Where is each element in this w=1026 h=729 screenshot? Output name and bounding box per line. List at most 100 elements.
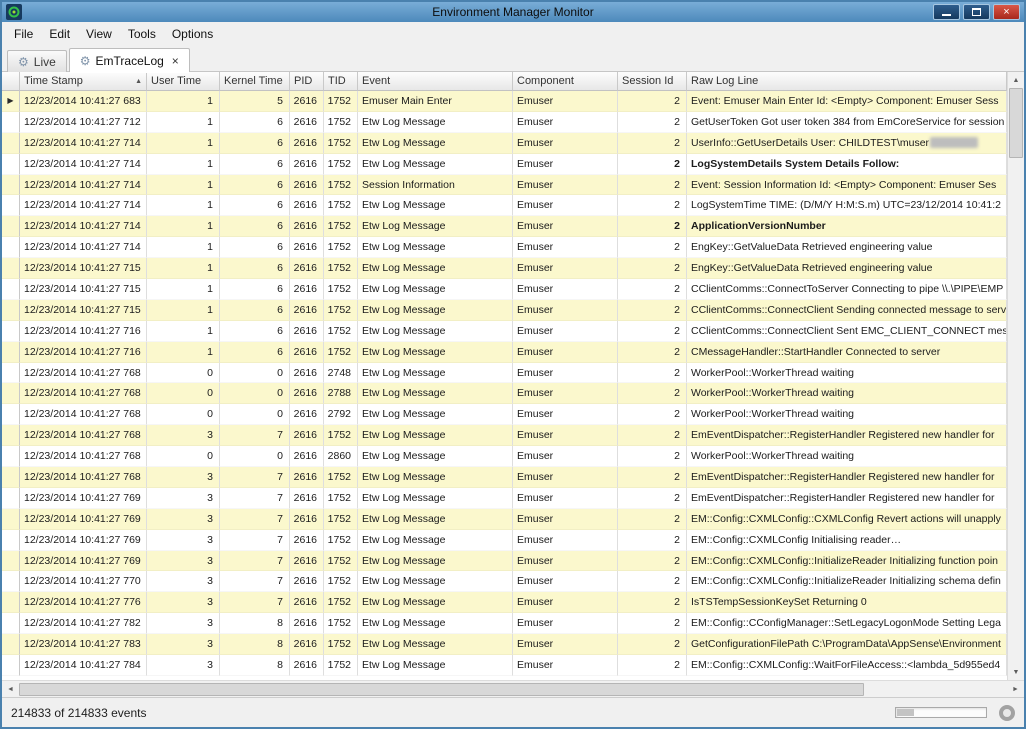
column-header-session-id[interactable]: Session Id — [618, 72, 687, 91]
column-header-label: Component — [517, 75, 574, 87]
scroll-up-icon[interactable]: ▲ — [1008, 72, 1024, 88]
cell-component: Emuser — [513, 237, 618, 258]
table-row[interactable]: 12/23/2014 10:41:27 7693726161752Etw Log… — [2, 488, 1007, 509]
column-header-pid[interactable]: PID — [290, 72, 324, 91]
row-selector — [2, 383, 20, 404]
cell-raw-log-line: ApplicationVersionNumber — [687, 216, 1007, 237]
table-row[interactable]: 12/23/2014 10:41:27 7680026162748Etw Log… — [2, 363, 1007, 384]
column-header-label: Event — [362, 75, 390, 87]
vertical-scroll-thumb[interactable] — [1009, 88, 1023, 158]
table-row[interactable]: 12/23/2014 10:41:27 7693726161752Etw Log… — [2, 551, 1007, 572]
menu-item-options[interactable]: Options — [164, 24, 221, 44]
table-row[interactable]: 12/23/2014 10:41:27 7823826161752Etw Log… — [2, 613, 1007, 634]
table-row[interactable]: 12/23/2014 10:41:27 7151626161752Etw Log… — [2, 279, 1007, 300]
column-header-time-stamp[interactable]: Time Stamp▲ — [20, 72, 147, 91]
cell-tid: 1752 — [324, 321, 358, 342]
table-row[interactable]: 12/23/2014 10:41:27 7151626161752Etw Log… — [2, 300, 1007, 321]
cell-tid: 1752 — [324, 655, 358, 676]
vertical-scroll-track[interactable] — [1008, 158, 1024, 664]
menu-item-tools[interactable]: Tools — [120, 24, 164, 44]
table-row[interactable]: 12/23/2014 10:41:27 7141626161752Etw Log… — [2, 195, 1007, 216]
cell-event: Etw Log Message — [358, 321, 513, 342]
cell-component: Emuser — [513, 571, 618, 592]
cell-raw-log-line: EmEventDispatcher::RegisterHandler Regis… — [687, 467, 1007, 488]
cell-tid: 1752 — [324, 425, 358, 446]
table-row[interactable]: 12/23/2014 10:41:27 7763726161752Etw Log… — [2, 592, 1007, 613]
table-row[interactable]: 12/23/2014 10:41:27 7693726161752Etw Log… — [2, 509, 1007, 530]
maximize-button[interactable] — [963, 4, 990, 20]
row-selector — [2, 237, 20, 258]
cell-timestamp: 12/23/2014 10:41:27 714 — [20, 237, 147, 258]
table-row[interactable]: 12/23/2014 10:41:27 7151626161752Etw Log… — [2, 258, 1007, 279]
tab-live[interactable]: ⚙Live — [7, 50, 67, 72]
table-row[interactable]: 12/23/2014 10:41:27 7680026162792Etw Log… — [2, 404, 1007, 425]
cell-pid: 2616 — [290, 154, 324, 175]
column-header-raw-log-line[interactable]: Raw Log Line — [687, 72, 1007, 91]
cell-tid: 1752 — [324, 133, 358, 154]
row-selector — [2, 530, 20, 551]
table-row[interactable]: 12/23/2014 10:41:27 7141626161752Etw Log… — [2, 154, 1007, 175]
column-header-user-time[interactable]: User Time — [147, 72, 220, 91]
column-header-kernel-time[interactable]: Kernel Time — [220, 72, 290, 91]
cell-event: Session Information — [358, 175, 513, 196]
cell-component: Emuser — [513, 551, 618, 572]
scroll-right-icon[interactable]: ► — [1007, 681, 1024, 697]
table-row[interactable]: 12/23/2014 10:41:27 7680026162860Etw Log… — [2, 446, 1007, 467]
cell-event: Etw Log Message — [358, 216, 513, 237]
close-icon: × — [1003, 7, 1009, 18]
scroll-down-icon[interactable]: ▼ — [1008, 664, 1024, 680]
column-header-event[interactable]: Event — [358, 72, 513, 91]
table-row[interactable]: 12/23/2014 10:41:27 7833826161752Etw Log… — [2, 634, 1007, 655]
table-row[interactable]: 12/23/2014 10:41:27 7683726161752Etw Log… — [2, 467, 1007, 488]
status-circle-button[interactable] — [999, 705, 1015, 721]
window-controls: × — [933, 4, 1020, 20]
cell-timestamp: 12/23/2014 10:41:27 715 — [20, 300, 147, 321]
table-row[interactable]: 12/23/2014 10:41:27 7161626161752Etw Log… — [2, 321, 1007, 342]
maximize-icon — [972, 8, 981, 16]
table-row[interactable]: 12/23/2014 10:41:27 7141626161752Etw Log… — [2, 216, 1007, 237]
column-header-tid[interactable]: TID — [324, 72, 358, 91]
table-row[interactable]: 12/23/2014 10:41:27 7843826161752Etw Log… — [2, 655, 1007, 676]
cell-user-time: 1 — [147, 237, 220, 258]
table-row[interactable]: 12/23/2014 10:41:27 7141626161752Etw Log… — [2, 133, 1007, 154]
cell-event: Etw Log Message — [358, 279, 513, 300]
cell-timestamp: 12/23/2014 10:41:27 784 — [20, 655, 147, 676]
table-row[interactable]: 12/23/2014 10:41:27 7683726161752Etw Log… — [2, 425, 1007, 446]
cell-pid: 2616 — [290, 237, 324, 258]
menu-item-edit[interactable]: Edit — [41, 24, 78, 44]
horizontal-scrollbar[interactable]: ◄ ► — [2, 680, 1024, 697]
cell-timestamp: 12/23/2014 10:41:27 768 — [20, 425, 147, 446]
table-row[interactable]: 12/23/2014 10:41:27 7141626161752Etw Log… — [2, 237, 1007, 258]
cell-raw-log-line: EM::Config::CXMLConfig::WaitForFileAcces… — [687, 655, 1007, 676]
close-button[interactable]: × — [993, 4, 1020, 20]
row-selector — [2, 300, 20, 321]
table-row[interactable]: 12/23/2014 10:41:27 7161626161752Etw Log… — [2, 342, 1007, 363]
cell-session-id: 2 — [618, 613, 687, 634]
table-row[interactable]: 12/23/2014 10:41:27 7703726161752Etw Log… — [2, 571, 1007, 592]
cell-session-id: 2 — [618, 530, 687, 551]
menu-item-file[interactable]: File — [6, 24, 41, 44]
cell-raw-log-line: GetUserToken Got user token 384 from EmC… — [687, 112, 1007, 133]
table-row[interactable]: 12/23/2014 10:41:27 7141626161752Session… — [2, 175, 1007, 196]
cell-raw-log-line: Event: Emuser Main Enter Id: <Empty> Com… — [687, 91, 1007, 112]
table-row[interactable]: ▶12/23/2014 10:41:27 6831526161752Emuser… — [2, 91, 1007, 112]
cell-timestamp: 12/23/2014 10:41:27 783 — [20, 634, 147, 655]
minimize-button[interactable] — [933, 4, 960, 20]
close-tab-icon[interactable]: × — [172, 55, 179, 67]
cell-raw-log-line: EM::Config::CXMLConfig Initialising read… — [687, 530, 1007, 551]
menu-item-view[interactable]: View — [78, 24, 120, 44]
cell-pid: 2616 — [290, 655, 324, 676]
tab-emtracelog[interactable]: ⚙EmTraceLog× — [69, 48, 190, 72]
scroll-left-icon[interactable]: ◄ — [2, 681, 19, 697]
table-row[interactable]: 12/23/2014 10:41:27 7680026162788Etw Log… — [2, 383, 1007, 404]
table-row[interactable]: 12/23/2014 10:41:27 7693726161752Etw Log… — [2, 530, 1007, 551]
column-header-component[interactable]: Component — [513, 72, 618, 91]
vertical-scrollbar[interactable]: ▲ ▼ — [1007, 72, 1024, 680]
cell-pid: 2616 — [290, 488, 324, 509]
cell-tid: 1752 — [324, 530, 358, 551]
horizontal-scroll-thumb[interactable] — [19, 683, 864, 696]
cell-pid: 2616 — [290, 446, 324, 467]
grid-body: ▶12/23/2014 10:41:27 6831526161752Emuser… — [2, 91, 1007, 680]
cell-timestamp: 12/23/2014 10:41:27 782 — [20, 613, 147, 634]
table-row[interactable]: 12/23/2014 10:41:27 7121626161752Etw Log… — [2, 112, 1007, 133]
